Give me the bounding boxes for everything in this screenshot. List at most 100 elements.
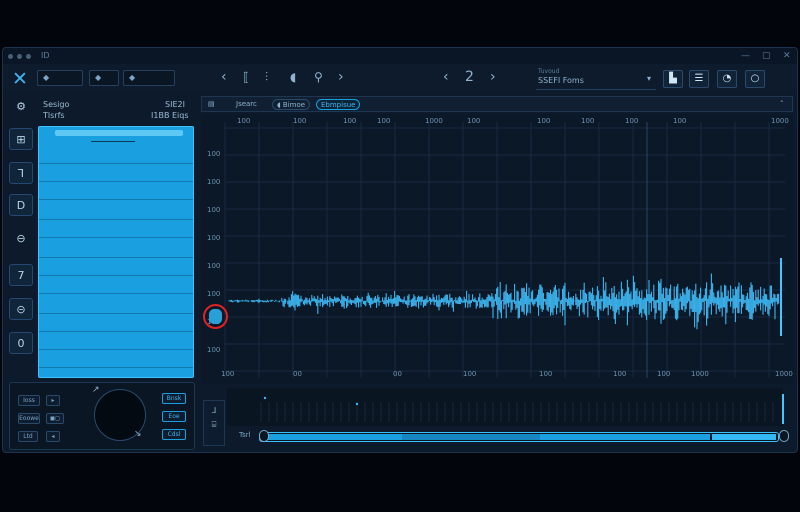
nav-next-small-button[interactable]: › — [338, 69, 344, 85]
overview-background — [227, 388, 783, 426]
timeline-end-knob[interactable] — [779, 430, 789, 442]
speaker-tool-icon[interactable]: ◖ — [290, 70, 296, 84]
top-tick-label: 100 — [467, 117, 480, 125]
project-name-field[interactable]: SSEFI Foms — [536, 76, 656, 90]
top-tick-label: 100 — [343, 117, 356, 125]
bottom-tick-label: 100 — [657, 370, 670, 378]
bookmark-icon: ▙ — [669, 73, 677, 84]
bottom-tick-label: 00 — [293, 370, 302, 378]
top-tick-label: 100 — [673, 117, 686, 125]
jog-mark-bottom: ↘ — [134, 429, 142, 439]
transport-button-5[interactable]: Eoe — [162, 411, 186, 422]
transport-button-4[interactable]: Bnsk — [162, 393, 186, 404]
panel-scroll-bar[interactable] — [55, 130, 183, 136]
list-button[interactable]: ☰ — [689, 70, 709, 88]
bottom-tick-label: 100 — [539, 370, 552, 378]
page-number: 2 — [465, 69, 474, 85]
sync-button[interactable]: ◔ — [717, 70, 737, 88]
minus-circle-icon[interactable]: ⊝ — [9, 298, 33, 320]
toolbar-select-3[interactable]: ◆ — [123, 70, 175, 86]
align-tool-icon[interactable]: ⫶ — [265, 70, 268, 85]
bottom-tick-label: 100 — [613, 370, 626, 378]
track-label: Tsrl — [239, 431, 251, 439]
close-icon[interactable]: ✕ — [783, 51, 791, 61]
maximize-window-dot[interactable] — [26, 54, 31, 59]
timeline-start-knob[interactable] — [259, 430, 269, 442]
app-logo-icon: ✕ — [12, 68, 28, 90]
collapse-button[interactable]: ˄ — [776, 99, 788, 110]
nav-prev-button[interactable]: ‹ — [221, 69, 227, 85]
minimize-icon[interactable]: — — [741, 51, 750, 61]
left-tick-label: 100 — [207, 262, 220, 270]
waveform-toolbar: ▤ Jsearc ◖ Bimoe Ebmpisue ˄ — [201, 96, 793, 112]
bracket-tool-icon[interactable]: ⟦ — [243, 70, 249, 84]
playhead-marker[interactable] — [209, 309, 222, 324]
transport-button-2[interactable]: Eoowe — [18, 413, 40, 424]
pin-tool-icon[interactable]: ⚲ — [314, 70, 323, 84]
panel-header-right-2: I1BB Eiqs — [151, 111, 189, 120]
track-list-panel[interactable] — [38, 126, 194, 378]
bottom-tick-label: 00 — [393, 370, 402, 378]
left-tick-label: 100 — [207, 206, 220, 214]
toolbar-select-1[interactable]: ◆ — [37, 70, 83, 86]
ctrl-icon-1[interactable]: ⅃ — [204, 406, 224, 415]
toolbar-select-2[interactable]: ◆ — [89, 70, 119, 86]
left-tick-label: 100 — [207, 346, 220, 354]
top-tick-label: 100 — [537, 117, 550, 125]
d-icon[interactable]: D — [9, 194, 33, 216]
top-tick-label: 100 — [293, 117, 306, 125]
ctrl-icon-2[interactable]: ⌸ — [204, 420, 224, 430]
waveform-menu-icon[interactable]: ▤ — [204, 99, 219, 110]
left-tick-label: 100 — [207, 178, 220, 186]
transport-button-1[interactable]: Ioss — [18, 395, 40, 406]
top-tick-label: 100 — [625, 117, 638, 125]
record-button[interactable]: ○ — [745, 70, 765, 88]
overview-marker-dot — [355, 402, 359, 406]
bottom-tick-label: 100 — [463, 370, 476, 378]
transport-button-6[interactable]: Cdsl — [162, 429, 186, 440]
gear-icon[interactable]: ⚙ — [9, 96, 33, 118]
panel-header-left-2: Tlsrfs — [43, 111, 65, 120]
restore-icon[interactable]: ▢ — [762, 51, 771, 61]
tag-icon[interactable]: ⊞ — [9, 128, 33, 150]
list-icon: ☰ — [694, 73, 704, 84]
top-tick-label: 1000 — [771, 117, 789, 125]
left-tick-label: 100 — [207, 290, 220, 298]
timeline-area: ⅃ ⌸ Tsrl — [201, 386, 793, 450]
page-prev-button[interactable]: ‹ — [443, 69, 449, 85]
sync-icon: ◔ — [722, 73, 732, 84]
top-tick-label: 100 — [377, 117, 390, 125]
close-window-dot[interactable] — [8, 54, 13, 59]
top-tick-label: 100 — [237, 117, 250, 125]
transport-panel: Ioss ▸ Eoowe ◼◻ Ltd ◂ ↗ ↘ Bnsk Eoe Cdsl — [9, 382, 195, 450]
tab-search[interactable]: Jsearc — [232, 99, 261, 110]
tab-ebmpisue[interactable]: Ebmpisue — [316, 99, 361, 110]
top-tick-label: 100 — [581, 117, 594, 125]
bottom-tick-label: 1000 — [775, 370, 793, 378]
minimize-window-dot[interactable] — [17, 54, 22, 59]
waveform-plot[interactable]: 100 100 100 100 1000 100 100 100 100 100 1000 100 10… — [201, 114, 793, 384]
top-tick-label: 1000 — [425, 117, 443, 125]
jog-mark-top: ↗ — [92, 385, 100, 395]
left-tick-label: 100 — [207, 150, 220, 158]
app-window: ID — ▢ ✕ ✕ ◆ ◆ ◆ ‹ ⟦ ⫶ ◖ ⚲ › ‹ 2 › Tuvou… — [2, 47, 798, 453]
timeline-controls: ⅃ ⌸ — [203, 400, 225, 446]
seven-icon[interactable]: 7 — [9, 264, 33, 286]
caret-icon: ◆ — [43, 73, 50, 82]
bracket-icon[interactable]: ⅂ — [9, 162, 33, 184]
bottom-tick-label: 1000 — [691, 370, 709, 378]
play-button[interactable]: ▸ — [46, 395, 60, 406]
transport-button-3[interactable]: Ltd — [18, 431, 38, 442]
dropdown-icon[interactable]: ▾ — [647, 74, 651, 83]
page-next-button[interactable]: › — [490, 69, 496, 85]
zero-icon[interactable]: 0 — [9, 332, 33, 354]
caret-icon: ◆ — [129, 73, 136, 82]
tab-mode[interactable]: ◖ Bimoe — [272, 99, 311, 110]
eye-icon[interactable]: ⊖ — [9, 228, 33, 250]
record-mode-button[interactable]: ◼◻ — [46, 413, 64, 424]
timeline-scrollbar[interactable] — [259, 432, 779, 442]
rewind-button[interactable]: ◂ — [46, 431, 60, 442]
bookmark-button[interactable]: ▙ — [663, 70, 683, 88]
main-toolbar-row: ✕ ◆ ◆ ◆ ‹ ⟦ ⫶ ◖ ⚲ › ‹ 2 › Tuvoud SSEFI F… — [3, 64, 797, 94]
project-caption: Tuvoud — [538, 68, 560, 75]
